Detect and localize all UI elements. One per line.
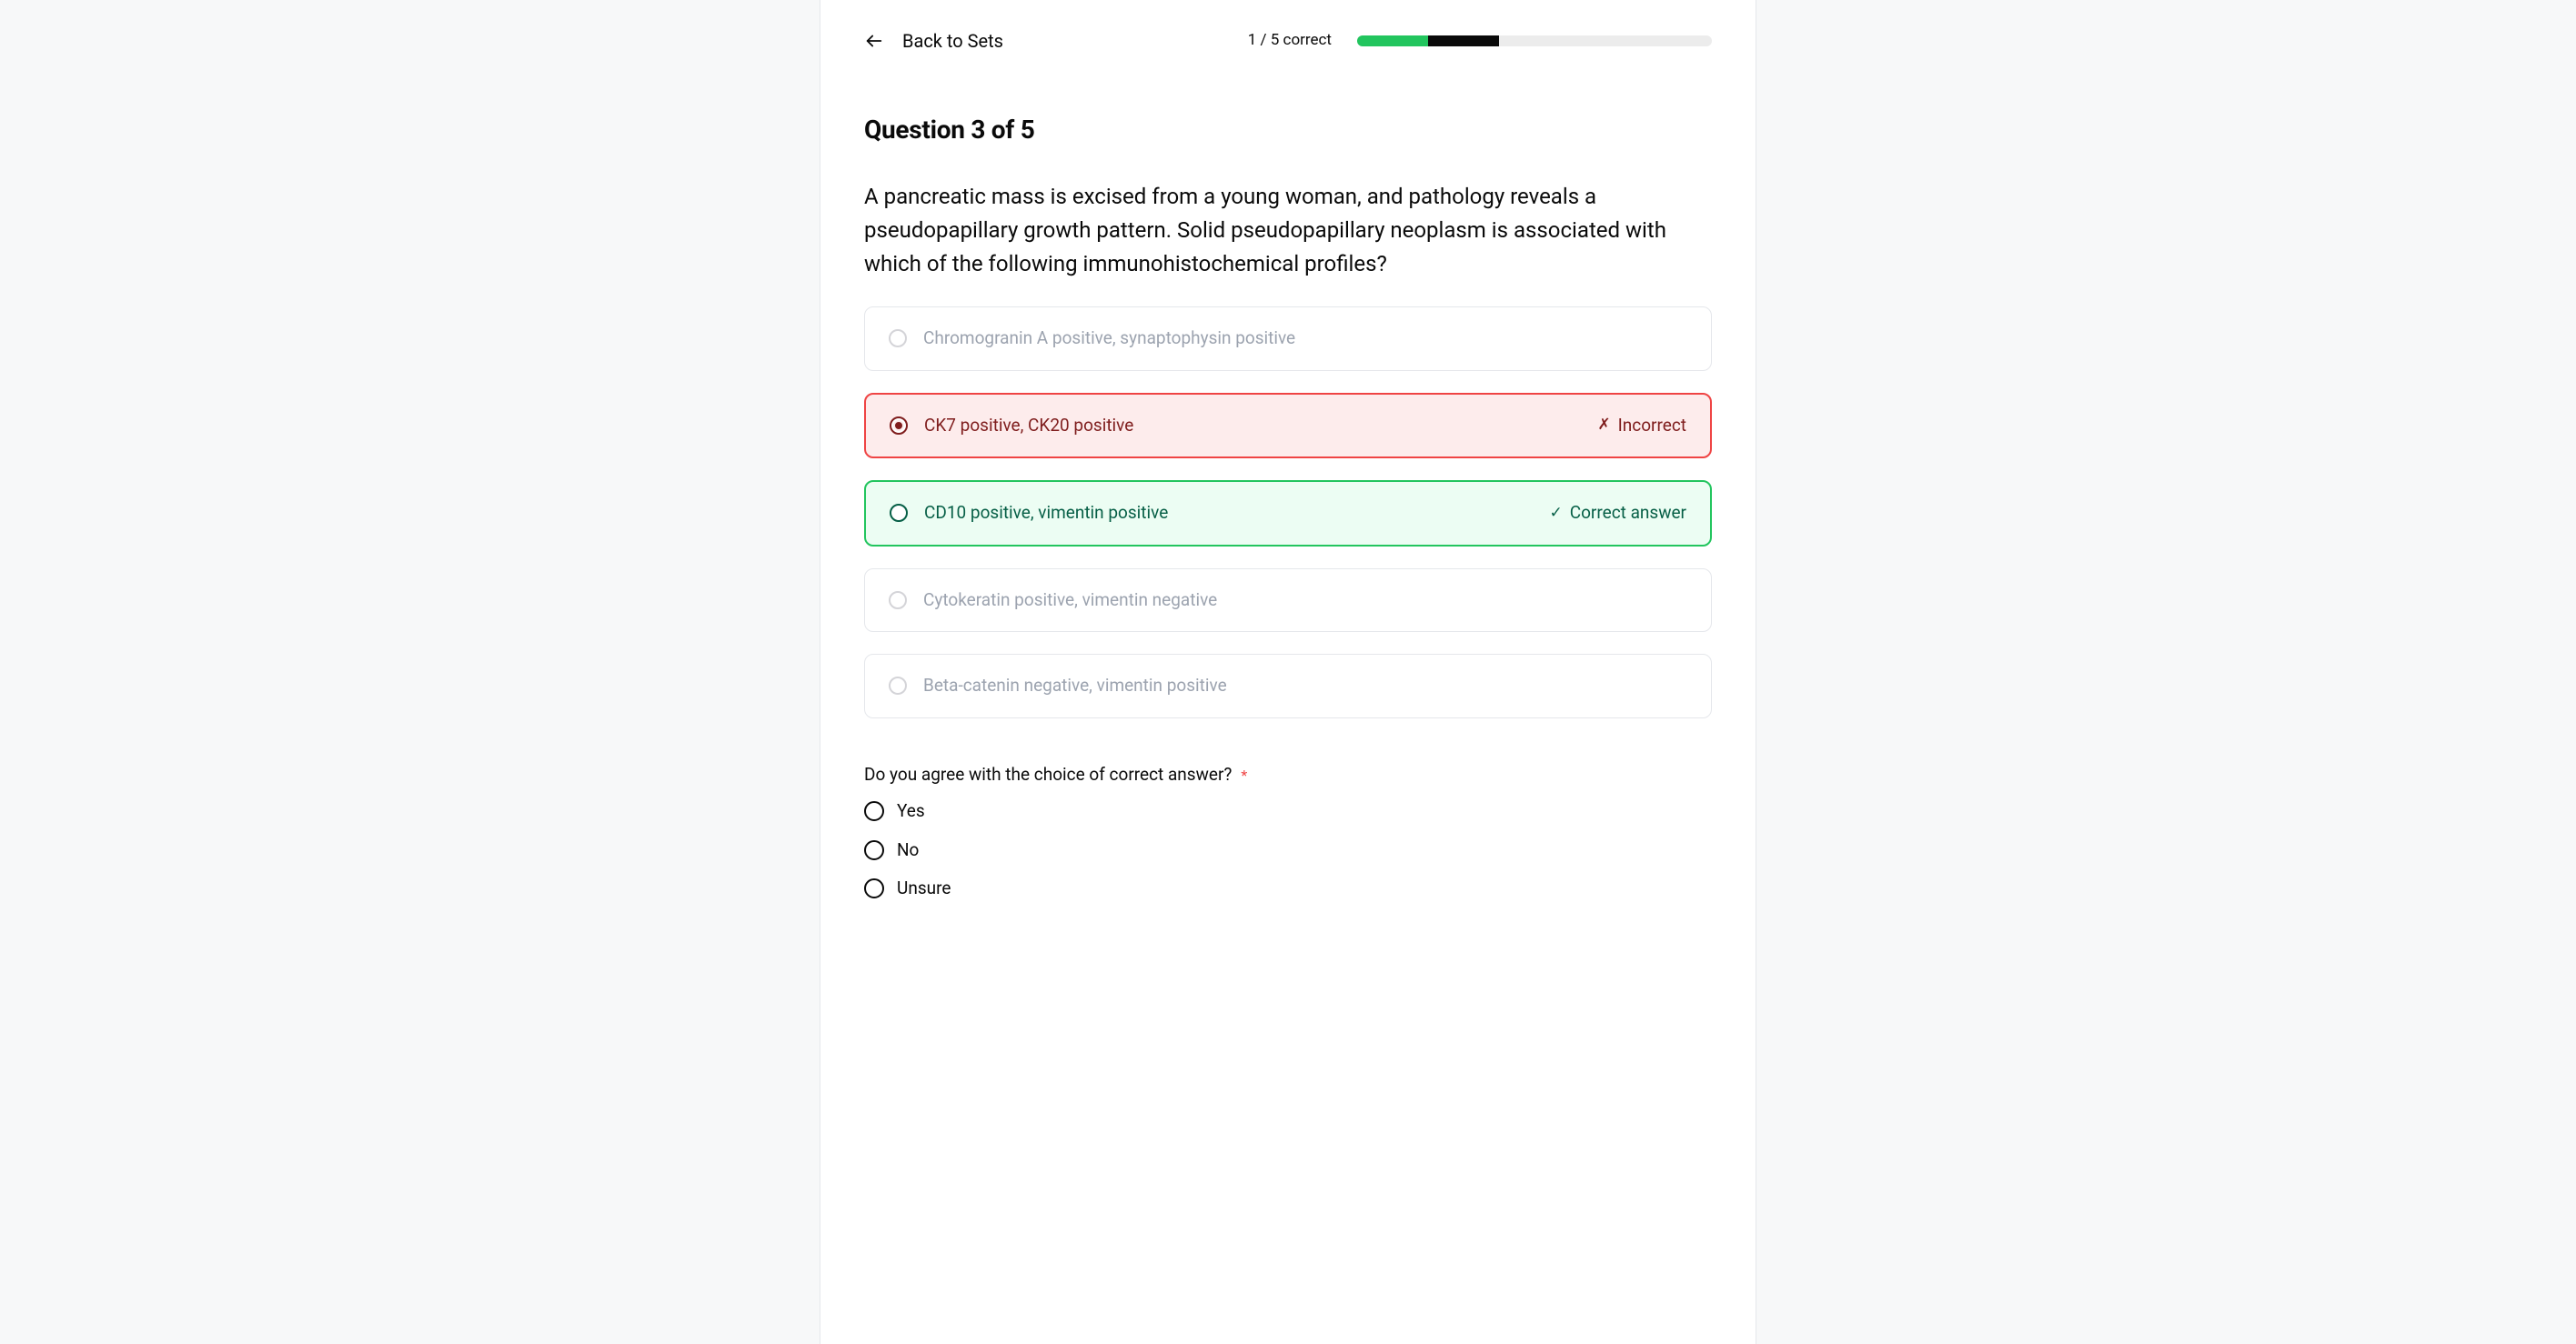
answer-option[interactable]: Beta-catenin negative, vimentin positive — [864, 654, 1712, 718]
topbar: Back to Sets 1 / 5 correct — [864, 0, 1712, 60]
radio-icon — [890, 416, 908, 435]
radio-icon — [889, 677, 907, 695]
status-text: Incorrect — [1618, 413, 1686, 439]
answer-option-correct[interactable]: CD10 positive, vimentin positive ✓ Corre… — [864, 480, 1712, 547]
arrow-left-icon — [864, 31, 884, 51]
agree-option-label: Unsure — [897, 876, 951, 902]
progress-segment-correct — [1357, 35, 1428, 46]
progress-segment-incorrect — [1428, 35, 1499, 46]
agree-block: Do you agree with the choice of correct … — [864, 762, 1712, 902]
radio-icon — [890, 504, 908, 522]
answer-label: Chromogranin A positive, synaptophysin p… — [923, 326, 1687, 352]
agree-options: Yes No Unsure — [864, 798, 1712, 902]
answers-list: Chromogranin A positive, synaptophysin p… — [864, 306, 1712, 718]
answer-label: Cytokeratin positive, vimentin negative — [923, 587, 1687, 614]
check-icon: ✓ — [1549, 506, 1562, 521]
answer-label: Beta-catenin negative, vimentin positive — [923, 673, 1687, 699]
radio-icon — [889, 329, 907, 347]
agree-prompt: Do you agree with the choice of correct … — [864, 764, 1232, 785]
back-label: Back to Sets — [902, 30, 1003, 52]
agree-option-label: No — [897, 837, 919, 864]
question-prompt: A pancreatic mass is excised from a youn… — [864, 180, 1712, 282]
x-icon: ✗ — [1597, 417, 1610, 433]
answer-option[interactable]: Cytokeratin positive, vimentin negative — [864, 568, 1712, 633]
progress-area: 1 / 5 correct — [1248, 29, 1712, 53]
back-to-sets-button[interactable]: Back to Sets — [864, 30, 1003, 52]
answer-label: CD10 positive, vimentin positive — [924, 500, 1533, 527]
answer-option[interactable]: Chromogranin A positive, synaptophysin p… — [864, 306, 1712, 371]
quiz-card: Back to Sets 1 / 5 correct Question 3 of… — [820, 0, 1756, 1344]
radio-icon — [864, 878, 884, 898]
agree-option-yes[interactable]: Yes — [864, 798, 1712, 825]
required-star: * — [1241, 767, 1247, 784]
progress-bar — [1357, 35, 1712, 46]
status-badge: ✓ Correct answer — [1549, 500, 1686, 527]
agree-option-no[interactable]: No — [864, 837, 1712, 864]
answer-label: CK7 positive, CK20 positive — [924, 413, 1581, 439]
question-heading: Question 3 of 5 — [864, 111, 1712, 149]
progress-text: 1 / 5 correct — [1248, 29, 1332, 53]
agree-option-label: Yes — [897, 798, 925, 825]
radio-icon — [864, 840, 884, 860]
status-text: Correct answer — [1570, 500, 1686, 527]
status-badge: ✗ Incorrect — [1597, 413, 1686, 439]
radio-icon — [889, 591, 907, 609]
agree-option-unsure[interactable]: Unsure — [864, 876, 1712, 902]
radio-icon — [864, 801, 884, 821]
answer-option-selected-incorrect[interactable]: CK7 positive, CK20 positive ✗ Incorrect — [864, 393, 1712, 459]
